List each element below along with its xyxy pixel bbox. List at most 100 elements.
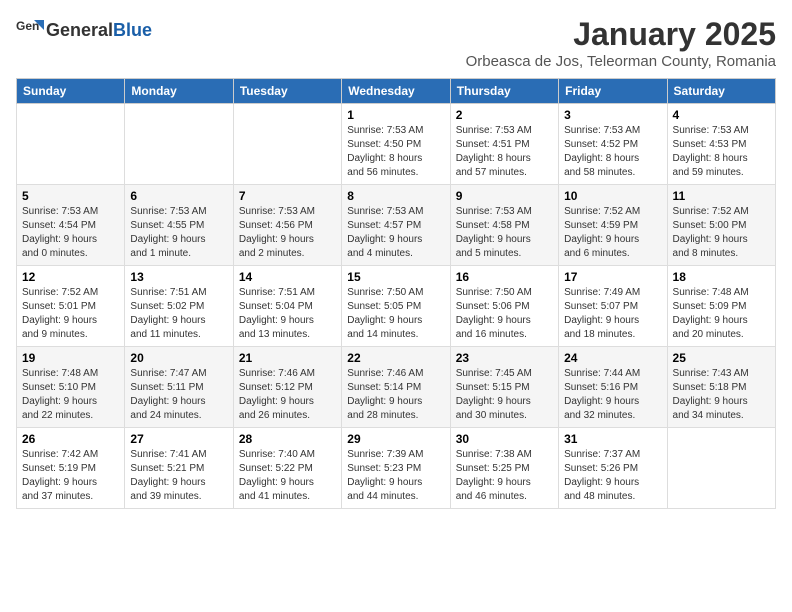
calendar-week-5: 26 Sunrise: 7:42 AM Sunset: 5:19 PM Dayli… [17,428,776,509]
day-number: 11 [673,189,770,203]
day-info: Sunrise: 7:44 AM Sunset: 5:16 PM Dayligh… [564,367,661,423]
weekday-header-saturday: Saturday [667,79,775,104]
day-number: 28 [239,432,336,446]
day-number: 1 [347,108,444,122]
calendar-cell [125,104,233,185]
weekday-header-monday: Monday [125,79,233,104]
calendar-cell [17,104,125,185]
calendar-cell: 30Sunrise: 7:38 AM Sunset: 5:25 PM Dayli… [450,428,558,509]
day-info: Sunrise: 7:40 AM Sunset: 5:22 PM Dayligh… [239,448,336,504]
day-number: 3 [564,108,661,122]
calendar-cell: 19Sunrise: 7:48 AM Sunset: 5:10 PM Dayli… [17,347,125,428]
day-number: 14 [239,270,336,284]
day-info: Sunrise: 7:53 AM Sunset: 4:52 PM Dayligh… [564,124,661,180]
calendar-cell: 17Sunrise: 7:49 AM Sunset: 5:07 PM Dayli… [559,266,667,347]
day-number: 26 [22,432,119,446]
calendar-cell: 7 Sunrise: 7:53 AM Sunset: 4:56 PM Daylig… [233,185,341,266]
day-number: 18 [673,270,770,284]
day-number: 15 [347,270,444,284]
weekday-header-row: SundayMondayTuesdayWednesdayThursdayFrid… [17,79,776,104]
day-number: 24 [564,351,661,365]
calendar-cell: 24 Sunrise: 7:44 AM Sunset: 5:16 PM Dayli… [559,347,667,428]
day-number: 23 [456,351,553,365]
calendar-cell: 20Sunrise: 7:47 AM Sunset: 5:11 PM Dayli… [125,347,233,428]
day-number: 25 [673,351,770,365]
calendar-cell: 23 Sunrise: 7:45 AM Sunset: 5:15 PM Dayli… [450,347,558,428]
day-info: Sunrise: 7:46 AM Sunset: 5:12 PM Dayligh… [239,367,336,423]
logo: Gen GeneralBlue [16,16,152,44]
calendar-cell: 5 Sunrise: 7:53 AM Sunset: 4:54 PM Daylig… [17,185,125,266]
calendar-cell: 27Sunrise: 7:41 AM Sunset: 5:21 PM Dayli… [125,428,233,509]
day-number: 30 [456,432,553,446]
day-number: 8 [347,189,444,203]
day-info: Sunrise: 7:48 AM Sunset: 5:10 PM Dayligh… [22,367,119,423]
calendar-cell: 10 Sunrise: 7:52 AM Sunset: 4:59 PM Dayli… [559,185,667,266]
day-info: Sunrise: 7:51 AM Sunset: 5:04 PM Dayligh… [239,286,336,342]
header: Gen GeneralBlue January 2025 Orbeasca de… [16,16,776,70]
calendar-cell: 28 Sunrise: 7:40 AM Sunset: 5:22 PM Dayli… [233,428,341,509]
logo-blue: Blue [113,20,152,40]
day-info: Sunrise: 7:53 AM Sunset: 4:51 PM Dayligh… [456,124,553,180]
day-info: Sunrise: 7:46 AM Sunset: 5:14 PM Dayligh… [347,367,444,423]
day-info: Sunrise: 7:49 AM Sunset: 5:07 PM Dayligh… [564,286,661,342]
day-number: 2 [456,108,553,122]
calendar-cell: 22 Sunrise: 7:46 AM Sunset: 5:14 PM Dayli… [342,347,450,428]
day-number: 5 [22,189,119,203]
day-info: Sunrise: 7:50 AM Sunset: 5:06 PM Dayligh… [456,286,553,342]
day-info: Sunrise: 7:52 AM Sunset: 5:01 PM Dayligh… [22,286,119,342]
calendar-cell: 16 Sunrise: 7:50 AM Sunset: 5:06 PM Dayli… [450,266,558,347]
calendar-cell: 29Sunrise: 7:39 AM Sunset: 5:23 PM Dayli… [342,428,450,509]
location-title: Orbeasca de Jos, Teleorman County, Roman… [466,53,776,70]
day-info: Sunrise: 7:53 AM Sunset: 4:58 PM Dayligh… [456,205,553,261]
calendar-cell: 15Sunrise: 7:50 AM Sunset: 5:05 PM Dayli… [342,266,450,347]
weekday-header-thursday: Thursday [450,79,558,104]
calendar-cell: 12 Sunrise: 7:52 AM Sunset: 5:01 PM Dayli… [17,266,125,347]
day-number: 16 [456,270,553,284]
day-info: Sunrise: 7:43 AM Sunset: 5:18 PM Dayligh… [673,367,770,423]
calendar-cell: 9Sunrise: 7:53 AM Sunset: 4:58 PM Daylig… [450,185,558,266]
calendar-cell [667,428,775,509]
day-number: 10 [564,189,661,203]
calendar-week-3: 12 Sunrise: 7:52 AM Sunset: 5:01 PM Dayli… [17,266,776,347]
day-info: Sunrise: 7:53 AM Sunset: 4:50 PM Dayligh… [347,124,444,180]
day-number: 6 [130,189,227,203]
day-number: 12 [22,270,119,284]
day-info: Sunrise: 7:48 AM Sunset: 5:09 PM Dayligh… [673,286,770,342]
calendar-cell: 14 Sunrise: 7:51 AM Sunset: 5:04 PM Dayli… [233,266,341,347]
calendar-cell: 26 Sunrise: 7:42 AM Sunset: 5:19 PM Dayli… [17,428,125,509]
calendar-cell: 8Sunrise: 7:53 AM Sunset: 4:57 PM Daylig… [342,185,450,266]
day-info: Sunrise: 7:52 AM Sunset: 5:00 PM Dayligh… [673,205,770,261]
day-info: Sunrise: 7:53 AM Sunset: 4:56 PM Dayligh… [239,205,336,261]
day-info: Sunrise: 7:41 AM Sunset: 5:21 PM Dayligh… [130,448,227,504]
day-info: Sunrise: 7:52 AM Sunset: 4:59 PM Dayligh… [564,205,661,261]
calendar-cell: 21 Sunrise: 7:46 AM Sunset: 5:12 PM Dayli… [233,347,341,428]
title-area: January 2025 Orbeasca de Jos, Teleorman … [466,16,776,70]
day-info: Sunrise: 7:53 AM Sunset: 4:54 PM Dayligh… [22,205,119,261]
day-number: 21 [239,351,336,365]
calendar-cell [233,104,341,185]
weekday-header-tuesday: Tuesday [233,79,341,104]
day-info: Sunrise: 7:51 AM Sunset: 5:02 PM Dayligh… [130,286,227,342]
weekday-header-friday: Friday [559,79,667,104]
calendar-week-2: 5 Sunrise: 7:53 AM Sunset: 4:54 PM Daylig… [17,185,776,266]
day-number: 7 [239,189,336,203]
day-info: Sunrise: 7:39 AM Sunset: 5:23 PM Dayligh… [347,448,444,504]
day-info: Sunrise: 7:45 AM Sunset: 5:15 PM Dayligh… [456,367,553,423]
day-info: Sunrise: 7:53 AM Sunset: 4:53 PM Dayligh… [673,124,770,180]
day-number: 20 [130,351,227,365]
logo-general: General [46,20,113,40]
calendar-cell: 1 Sunrise: 7:53 AM Sunset: 4:50 PM Daylig… [342,104,450,185]
calendar-cell: 4 Sunrise: 7:53 AM Sunset: 4:53 PM Daylig… [667,104,775,185]
day-number: 22 [347,351,444,365]
weekday-header-sunday: Sunday [17,79,125,104]
calendar-cell: 31Sunrise: 7:37 AM Sunset: 5:26 PM Dayli… [559,428,667,509]
calendar-cell: 3 Sunrise: 7:53 AM Sunset: 4:52 PM Daylig… [559,104,667,185]
calendar-week-1: 1 Sunrise: 7:53 AM Sunset: 4:50 PM Daylig… [17,104,776,185]
calendar-cell: 11 Sunrise: 7:52 AM Sunset: 5:00 PM Dayli… [667,185,775,266]
calendar-cell: 2 Sunrise: 7:53 AM Sunset: 4:51 PM Daylig… [450,104,558,185]
calendar-cell: 25 Sunrise: 7:43 AM Sunset: 5:18 PM Dayli… [667,347,775,428]
day-info: Sunrise: 7:37 AM Sunset: 5:26 PM Dayligh… [564,448,661,504]
day-number: 4 [673,108,770,122]
day-info: Sunrise: 7:42 AM Sunset: 5:19 PM Dayligh… [22,448,119,504]
weekday-header-wednesday: Wednesday [342,79,450,104]
